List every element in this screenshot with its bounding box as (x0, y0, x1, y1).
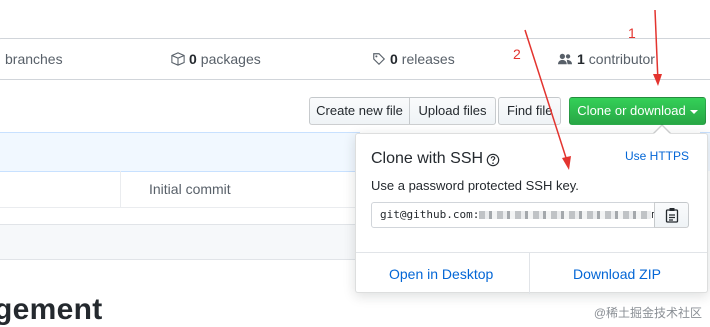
watermark: @稀土掘金技术社区 (593, 306, 702, 320)
annotation-step-2: 2 (513, 46, 521, 62)
annotation-arrowhead-2 (562, 156, 571, 170)
annotation-arrow-1 (654, 9, 659, 83)
annotation-overlay (524, 9, 662, 170)
annotation-arrowhead-1 (653, 74, 662, 86)
annotation-arrow-2 (524, 29, 569, 165)
annotation-step-1: 1 (628, 25, 636, 41)
